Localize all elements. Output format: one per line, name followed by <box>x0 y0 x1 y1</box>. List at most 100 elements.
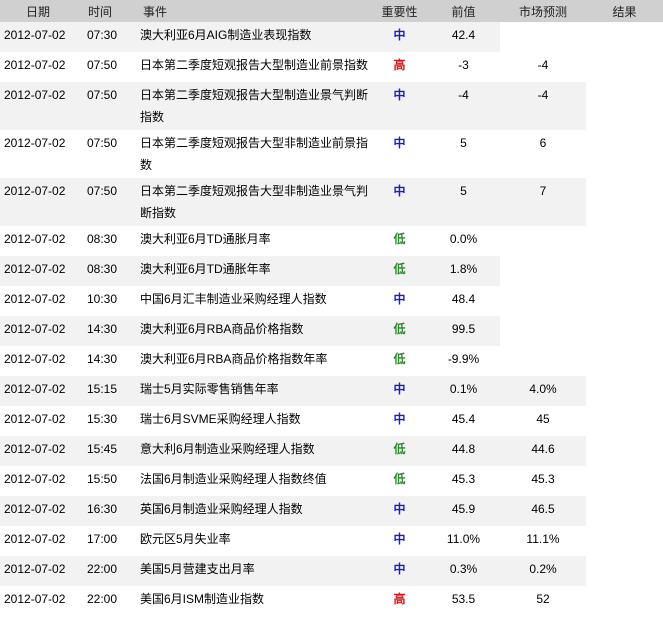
cell-actual <box>586 376 663 406</box>
cell-previous: 11.0% <box>427 526 500 556</box>
table-row[interactable]: 2012-07-02 07:50 日本第二季度短观报告大型非制造业景气判断指数 … <box>0 178 663 226</box>
cell-previous: 1.8% <box>427 256 500 286</box>
cell-actual <box>586 526 663 556</box>
cell-date: 2012-07-02 <box>0 22 81 52</box>
cell-actual <box>586 556 663 586</box>
cell-importance: 中 <box>372 22 427 52</box>
cell-time: 22:00 <box>81 556 137 586</box>
cell-forecast <box>500 226 586 256</box>
cell-event: 意大利6月制造业采购经理人指数 <box>137 436 372 466</box>
cell-date: 2012-07-02 <box>0 556 81 586</box>
table-row[interactable]: 2012-07-02 14:30 澳大利亚6月RBA商品价格指数 低 99.5 <box>0 316 663 346</box>
table-row[interactable]: 2012-07-02 07:50 日本第二季度短观报告大型制造业前景指数 高 -… <box>0 52 663 82</box>
header-time[interactable]: 时间 <box>81 0 137 22</box>
cell-actual <box>586 52 663 82</box>
cell-date: 2012-07-02 <box>0 346 81 376</box>
cell-previous: 0.1% <box>427 376 500 406</box>
cell-event: 美国6月ISM制造业指数 <box>137 586 372 616</box>
cell-importance: 中 <box>372 376 427 406</box>
cell-forecast: 0.2% <box>500 556 586 586</box>
cell-forecast: 52 <box>500 586 586 616</box>
cell-importance: 低 <box>372 256 427 286</box>
cell-event: 澳大利亚6月TD通胀年率 <box>137 256 372 286</box>
cell-actual <box>586 286 663 316</box>
cell-event: 瑞士5月实际零售销售年率 <box>137 376 372 406</box>
cell-importance: 中 <box>372 406 427 436</box>
header-importance[interactable]: 重要性 <box>372 0 427 22</box>
table-row[interactable]: 2012-07-02 15:45 意大利6月制造业采购经理人指数 低 44.8 … <box>0 436 663 466</box>
cell-forecast <box>500 346 586 376</box>
cell-previous: 45.9 <box>427 496 500 526</box>
cell-time: 14:30 <box>81 346 137 376</box>
cell-importance: 低 <box>372 316 427 346</box>
cell-previous: -4 <box>427 82 500 130</box>
cell-event: 美国5月营建支出月率 <box>137 556 372 586</box>
cell-date: 2012-07-02 <box>0 436 81 466</box>
table-row[interactable]: 2012-07-02 14:30 澳大利亚6月RBA商品价格指数年率 低 -9.… <box>0 346 663 376</box>
cell-date: 2012-07-02 <box>0 466 81 496</box>
cell-previous: 0.0% <box>427 226 500 256</box>
cell-event: 澳大利亚6月RBA商品价格指数 <box>137 316 372 346</box>
cell-time: 15:15 <box>81 376 137 406</box>
cell-previous: 5 <box>427 130 500 178</box>
cell-time: 07:30 <box>81 22 137 52</box>
cell-importance: 低 <box>372 436 427 466</box>
table-row[interactable]: 2012-07-02 08:30 澳大利亚6月TD通胀月率 低 0.0% <box>0 226 663 256</box>
cell-previous: -3 <box>427 52 500 82</box>
cell-previous: 45.4 <box>427 406 500 436</box>
cell-event: 中国6月汇丰制造业采购经理人指数 <box>137 286 372 316</box>
cell-time: 08:30 <box>81 226 137 256</box>
cell-previous: 53.5 <box>427 586 500 616</box>
table-row[interactable]: 2012-07-02 07:50 日本第二季度短观报告大型非制造业前景指数 中 … <box>0 130 663 178</box>
economic-calendar-table: 日期 时间 事件 重要性 前值 市场预测 结果 2012-07-02 07:30… <box>0 0 663 616</box>
header-event[interactable]: 事件 <box>137 0 372 22</box>
table-row[interactable]: 2012-07-02 16:30 英国6月制造业采购经理人指数 中 45.9 4… <box>0 496 663 526</box>
cell-previous: 42.4 <box>427 22 500 52</box>
cell-previous: 5 <box>427 178 500 226</box>
cell-actual <box>586 22 663 52</box>
header-actual[interactable]: 结果 <box>586 0 663 22</box>
cell-previous: -9.9% <box>427 346 500 376</box>
cell-actual <box>586 130 663 178</box>
table-row[interactable]: 2012-07-02 22:00 美国6月ISM制造业指数 高 53.5 52 <box>0 586 663 616</box>
table-row[interactable]: 2012-07-02 07:50 日本第二季度短观报告大型制造业景气判断指数 中… <box>0 82 663 130</box>
table-row[interactable]: 2012-07-02 15:50 法国6月制造业采购经理人指数终值 低 45.3… <box>0 466 663 496</box>
cell-time: 16:30 <box>81 496 137 526</box>
header-forecast[interactable]: 市场预测 <box>500 0 586 22</box>
cell-forecast: 7 <box>500 178 586 226</box>
cell-importance: 中 <box>372 82 427 130</box>
cell-forecast <box>500 316 586 346</box>
cell-forecast: -4 <box>500 52 586 82</box>
cell-importance: 中 <box>372 496 427 526</box>
header-previous[interactable]: 前值 <box>427 0 500 22</box>
table-row[interactable]: 2012-07-02 15:30 瑞士6月SVME采购经理人指数 中 45.4 … <box>0 406 663 436</box>
cell-forecast: 46.5 <box>500 496 586 526</box>
cell-date: 2012-07-02 <box>0 286 81 316</box>
cell-event: 日本第二季度短观报告大型非制造业前景指数 <box>137 130 372 178</box>
cell-actual <box>586 178 663 226</box>
cell-previous: 45.3 <box>427 466 500 496</box>
cell-actual <box>586 436 663 466</box>
table-row[interactable]: 2012-07-02 22:00 美国5月营建支出月率 中 0.3% 0.2% <box>0 556 663 586</box>
cell-event: 日本第二季度短观报告大型制造业景气判断指数 <box>137 82 372 130</box>
table-row[interactable]: 2012-07-02 10:30 中国6月汇丰制造业采购经理人指数 中 48.4 <box>0 286 663 316</box>
cell-forecast: 4.0% <box>500 376 586 406</box>
cell-date: 2012-07-02 <box>0 130 81 178</box>
table-row[interactable]: 2012-07-02 17:00 欧元区5月失业率 中 11.0% 11.1% <box>0 526 663 556</box>
cell-date: 2012-07-02 <box>0 316 81 346</box>
cell-actual <box>586 496 663 526</box>
cell-time: 22:00 <box>81 586 137 616</box>
table-row[interactable]: 2012-07-02 15:15 瑞士5月实际零售销售年率 中 0.1% 4.0… <box>0 376 663 406</box>
cell-date: 2012-07-02 <box>0 526 81 556</box>
header-date[interactable]: 日期 <box>0 0 81 22</box>
cell-event: 日本第二季度短观报告大型非制造业景气判断指数 <box>137 178 372 226</box>
cell-date: 2012-07-02 <box>0 178 81 226</box>
cell-previous: 0.3% <box>427 556 500 586</box>
cell-importance: 低 <box>372 346 427 376</box>
table-row[interactable]: 2012-07-02 08:30 澳大利亚6月TD通胀年率 低 1.8% <box>0 256 663 286</box>
cell-previous: 99.5 <box>427 316 500 346</box>
table-row[interactable]: 2012-07-02 07:30 澳大利亚6月AIG制造业表现指数 中 42.4 <box>0 22 663 52</box>
cell-time: 15:45 <box>81 436 137 466</box>
cell-forecast: 44.6 <box>500 436 586 466</box>
table-body: 2012-07-02 07:30 澳大利亚6月AIG制造业表现指数 中 42.4… <box>0 22 663 616</box>
